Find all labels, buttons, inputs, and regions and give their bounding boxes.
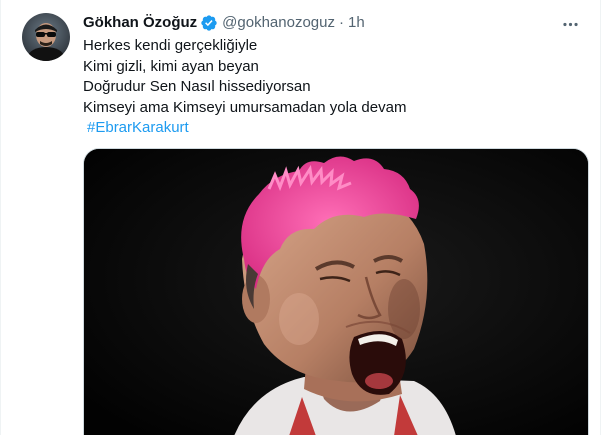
- author-handle[interactable]: @gokhanozoguz: [222, 13, 335, 33]
- avatar-image: [22, 13, 70, 61]
- tweet-card[interactable]: Gökhan Özoğuz @gokhanozoguz · 1h Herkes …: [0, 0, 601, 435]
- athlete-photo: [84, 149, 588, 435]
- separator-dot: ·: [338, 14, 344, 31]
- tweet-line: Kimseyi ama Kimseyi umursamadan yola dev…: [83, 98, 407, 116]
- tweet-media-image[interactable]: [83, 148, 589, 435]
- hashtag-link[interactable]: #EbrarKarakurt: [87, 119, 189, 136]
- author-name[interactable]: Gökhan Özoğuz: [83, 13, 197, 33]
- more-options-icon[interactable]: [558, 12, 582, 36]
- tweet-line: Herkes kendi gerçekliğiyle: [83, 37, 258, 54]
- tweet-line: Kimi gizli, kimi ayan beyan: [83, 57, 259, 75]
- tweet-text: Herkes kendi gerçekliğiyle Kimi gizli, k…: [83, 36, 583, 139]
- tweet-header: Gökhan Özoğuz @gokhanozoguz · 1h: [83, 13, 365, 33]
- tweet-line: Doğrudur Sen Nasıl hissediyorsan: [83, 78, 311, 95]
- verified-badge-icon: [200, 14, 218, 32]
- avatar[interactable]: [22, 13, 70, 61]
- timestamp[interactable]: 1h: [348, 13, 365, 33]
